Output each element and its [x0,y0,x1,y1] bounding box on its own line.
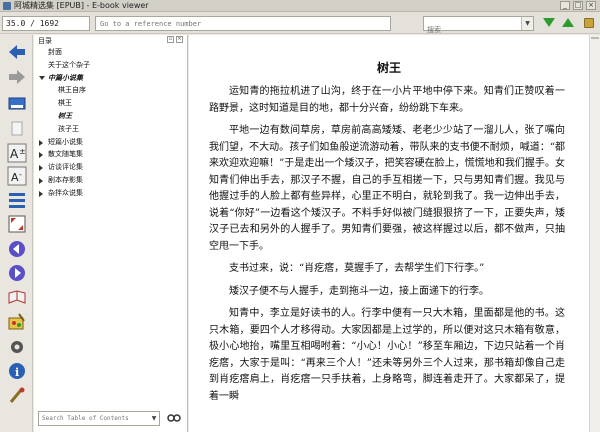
content-scrollbar[interactable] [589,35,600,432]
paragraph: 平地一边有数间草房，草房前高高矮矮、老老少少站了一溜儿人，张了嘴向我们望，不大动… [209,125,565,252]
paragraph: 知青中，李立是好读书的人。行李中便有一只大木箱，里面都是他的书。这只木箱，要四个… [209,308,565,402]
toc-item-label: 棋王 [58,99,72,108]
search-box[interactable]: ▼ [423,16,534,37]
close-button[interactable]: × [586,1,596,10]
toc-item[interactable]: 短篇小说集 [34,136,187,149]
toc-item-label: 短篇小说集 [48,137,83,146]
position-spinbox[interactable] [2,16,90,31]
toc-item[interactable]: 树王 [34,110,187,123]
toc-item-label: 中篇小说集 [48,73,83,82]
theme-icon[interactable] [7,312,27,332]
expand-right-icon[interactable] [39,165,43,172]
toc-panel: 目录 ▫ × 封面关于这个杂子 中篇小说集棋王自序棋王树王孩子王短篇小说集散文随笔… [34,35,188,432]
expand-right-icon[interactable] [39,139,43,146]
toc-item[interactable]: 关于这个杂子 [34,59,187,72]
find-next-icon[interactable] [543,18,555,27]
info-icon[interactable]: i [7,361,27,381]
copy-icon[interactable] [7,119,27,139]
previous-page-icon[interactable] [7,239,27,259]
top-toolbar: ▼ [0,12,600,37]
toc-float-button[interactable]: ▫ [167,36,174,43]
paragraph: 支书过来，说：“肖疙瘩，莫握手了，去帮学生们下行李。” [229,263,485,274]
left-toolbar: A ± A- i [0,35,33,432]
back-icon[interactable] [7,42,27,62]
toc-search-input[interactable]: Search Table of Contents [38,411,160,426]
minimize-button[interactable]: _ [560,1,570,10]
scrollbar-thumb[interactable] [591,37,599,39]
window-title-bar: 阿城精选集 [EPUB] - E-book viewer _ □ × [0,0,600,12]
toc-header: 目录 ▫ × [34,35,187,46]
reference-input[interactable] [95,16,391,31]
font-size-smaller-icon[interactable]: A- [7,166,27,186]
toc-title: 目录 [38,37,52,45]
toc-search-dropdown-icon[interactable]: ▼ [149,412,159,425]
find-previous-icon[interactable] [562,18,574,27]
bookmarks-icon[interactable] [7,288,27,308]
expand-right-icon[interactable] [39,190,43,197]
search-dropdown-icon[interactable]: ▼ [521,17,533,30]
toc-item-label: 关于这个杂子 [48,60,90,69]
paragraph: 矮汉子便不与人握手，走到拖斗一边，接上面递下的行李。 [229,285,489,297]
toc-item[interactable]: 杂拌众说集 [34,187,187,200]
toolbar-options-icon[interactable] [584,18,594,28]
maximize-button[interactable]: □ [573,1,583,10]
toc-item-label: 访谈评论集 [48,163,83,172]
print-tools-icon[interactable] [7,386,27,406]
toc-item[interactable]: 棋王 [34,97,187,110]
toc-item-label: 树王 [58,111,72,120]
open-book-icon[interactable] [7,93,27,113]
toc-item[interactable]: 封面 [34,46,187,59]
toc-item[interactable]: 孩子王 [34,123,187,136]
next-page-icon[interactable] [7,263,27,283]
app-icon [3,1,11,10]
svg-text:A: A [11,171,19,184]
preferences-gear-icon[interactable] [7,337,27,357]
font-size-larger-icon[interactable]: A ± [7,143,27,163]
table-of-contents-icon[interactable] [7,190,27,210]
expand-down-icon[interactable] [39,75,45,80]
toc-item[interactable]: 散文随笔集 [34,148,187,161]
toc-item-label: 孩子王 [58,124,79,133]
svg-text:±: ± [19,147,26,156]
toc-close-button[interactable]: × [176,36,183,43]
toc-list: 封面关于这个杂子 中篇小说集棋王自序棋王树王孩子王短篇小说集散文随笔集访谈评论集剧… [34,46,187,200]
window-title: 阿城精选集 [EPUB] - E-book viewer [14,1,149,10]
paragraph: 运知青的拖拉机进了山沟，终于在一小片平地中停下来。知青们正赞叹着一路野景，这时知… [209,86,565,114]
toc-item-label: 封面 [48,48,62,56]
toc-item-label: 棋王自序 [58,86,86,95]
toc-item[interactable]: 剧本存影集 [34,174,187,187]
svg-text:-: - [19,170,22,179]
chapter-title: 树王 [376,61,401,75]
toc-search-button[interactable] [166,412,182,425]
toc-item-label: 剧本存影集 [48,175,83,184]
toc-item-label: 散文随笔集 [48,150,83,159]
fullscreen-icon[interactable] [7,214,27,234]
book-content[interactable]: 树王 运知青的拖拉机进了山沟，终于在一小片平地中停下来。知青们正赞叹着一路野景，… [189,35,589,432]
toc-item[interactable]: 访谈评论集 [34,161,187,174]
toc-item[interactable]: 棋王自序 [34,84,187,97]
expand-right-icon[interactable] [39,152,43,159]
svg-text:i: i [15,366,19,379]
toc-item[interactable]: 中篇小说集 [34,72,187,85]
svg-text:A: A [10,147,19,161]
forward-icon[interactable] [7,67,27,87]
toc-item-label: 杂拌众说集 [48,188,83,197]
expand-right-icon[interactable] [39,177,43,184]
